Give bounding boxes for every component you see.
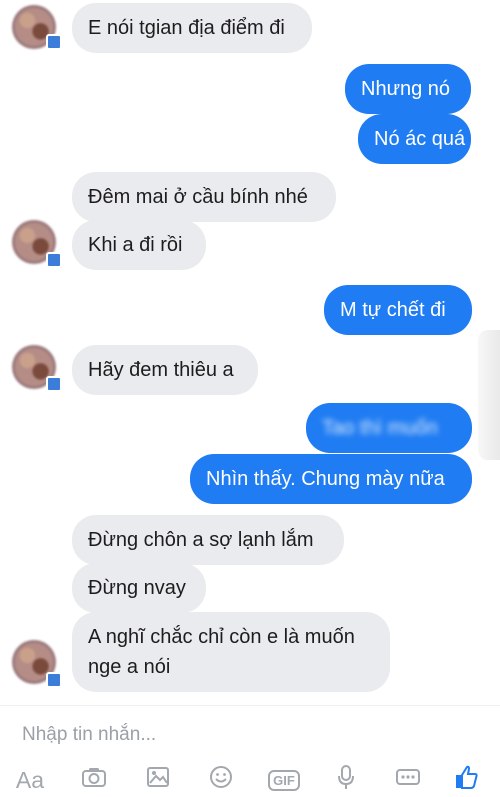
online-status-icon [46,34,62,50]
text-format-button[interactable]: Aa [12,766,48,794]
camera-button[interactable] [76,766,112,794]
text-format-label: Aa [15,766,45,793]
incoming-message[interactable]: A nghĩ chắc chỉ còn e là muốn nge a nói [72,612,390,692]
outgoing-message[interactable]: Tao thì muốn [306,403,472,453]
incoming-message[interactable]: Đừng chôn a sợ lạnh lắm [72,515,344,565]
online-status-icon [46,376,62,392]
gif-button[interactable]: GIF [266,766,302,794]
outgoing-message[interactable]: Nhưng nó [345,64,471,114]
composer-toolbar: Aa GIF [0,764,500,794]
image-button[interactable] [140,766,176,794]
incoming-message[interactable]: Đêm mai ở cầu bính nhé [72,172,336,222]
like-button[interactable] [448,765,484,794]
incoming-message[interactable]: E nói tgian địa điểm đi [72,3,312,53]
outgoing-message[interactable]: Nhìn thấy. Chung mày nữa [190,454,472,504]
message-input[interactable]: Nhập tin nhắn... [22,724,156,746]
outgoing-message[interactable]: Nó ác quá [358,114,471,164]
incoming-message[interactable]: Đừng nvay [72,563,206,613]
outgoing-message[interactable]: M tự chết đi [324,285,472,335]
microphone-button[interactable] [328,765,364,794]
scrollbar-thumb[interactable] [478,330,500,460]
message-composer: Nhập tin nhắn... Aa GIF [0,705,500,793]
gif-icon: GIF [268,769,300,791]
online-status-icon [46,672,62,688]
online-status-icon [46,252,62,268]
incoming-message[interactable]: Khi a đi rồi [72,220,206,270]
incoming-message[interactable]: Hãy đem thiêu a [72,345,258,395]
blurred-message-text: Tao thì muốn [322,417,438,439]
emoji-button[interactable] [203,766,239,794]
message-thread: E nói tgian địa điểm đi Nhưng nó Nó ác q… [0,0,500,700]
gif-label: GIF [273,772,295,788]
more-options-button[interactable] [390,766,426,794]
